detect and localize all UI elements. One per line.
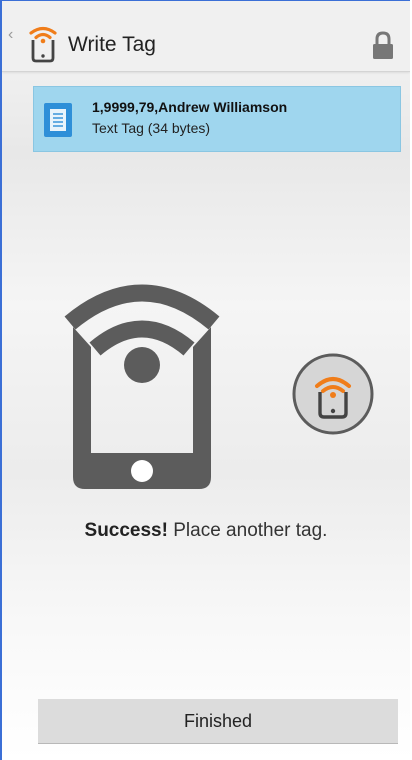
nfc-phone-icon[interactable] (28, 23, 58, 63)
back-caret-icon[interactable]: ‹ (8, 27, 13, 43)
finished-button[interactable]: Finished (38, 699, 398, 744)
nfc-badge-icon (292, 353, 374, 435)
status-text: Place another tag. (167, 520, 328, 541)
tag-record-item[interactable]: 1,9999,79,Andrew Williamson Text Tag (34… (33, 86, 401, 152)
document-icon (44, 103, 72, 137)
status-message: Success! Place another tag. (2, 520, 410, 542)
app-window: ‹ Write Tag 1,9999,79,Andrew Williamson … (0, 0, 410, 760)
nfc-phone-illustration-icon (64, 284, 220, 489)
status-strong: Success! (84, 520, 168, 541)
page-title: Write Tag (68, 33, 156, 56)
lock-icon[interactable] (371, 31, 395, 61)
action-bar: ‹ Write Tag (2, 1, 410, 72)
record-title: 1,9999,79,Andrew Williamson (92, 99, 288, 115)
record-subtitle: Text Tag (34 bytes) (92, 120, 211, 136)
